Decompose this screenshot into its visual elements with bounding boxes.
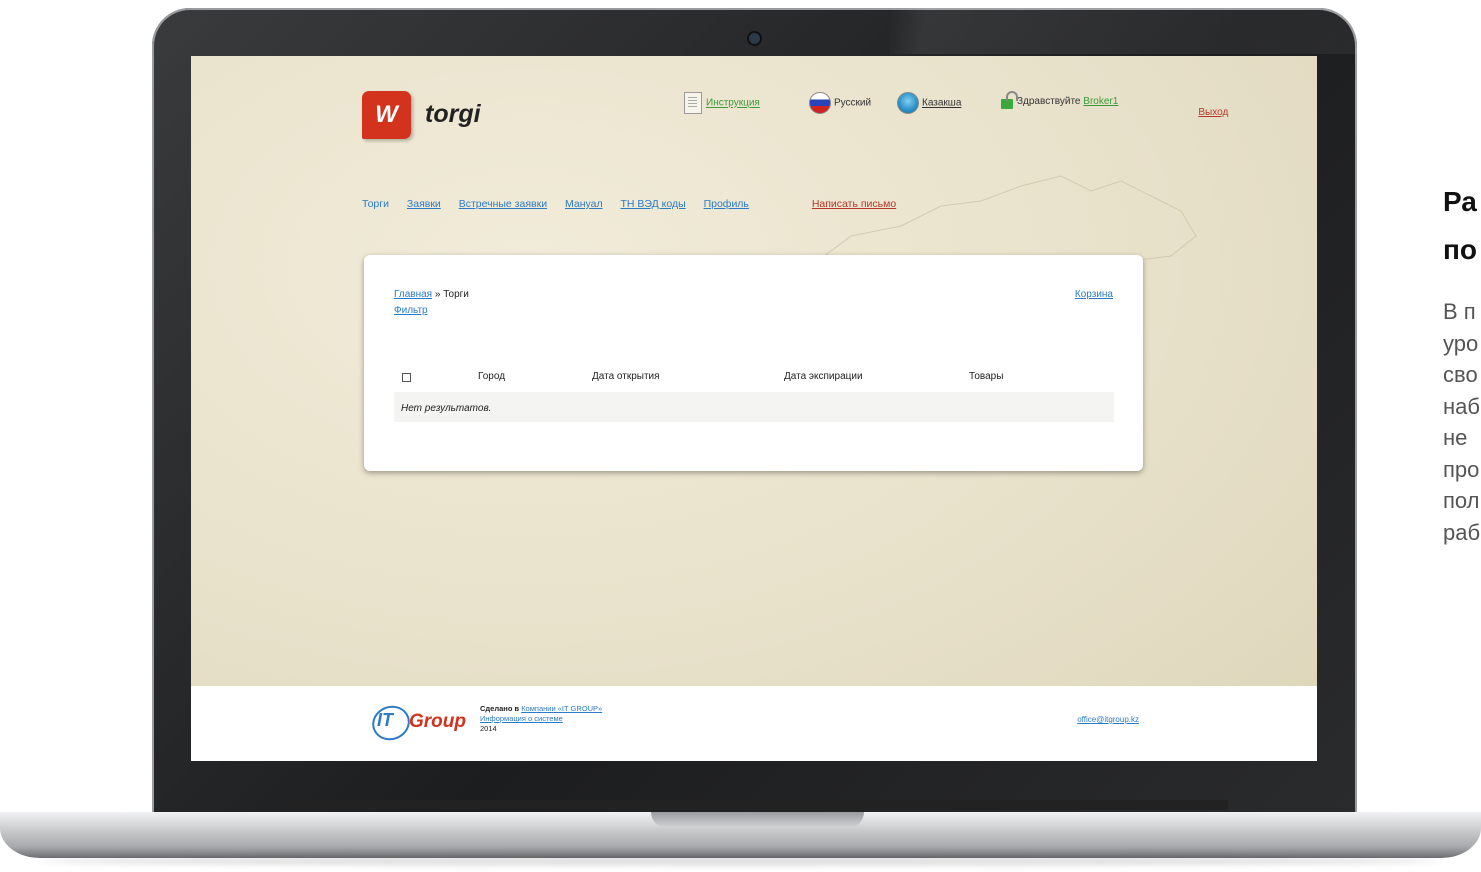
footer-info: Сделано в Компании «IT GROUP» Информация… xyxy=(480,704,602,734)
logo-text[interactable]: torgi xyxy=(425,100,481,129)
camera-icon xyxy=(749,33,760,44)
nav-item-zayavki[interactable]: Заявки xyxy=(407,198,441,210)
side-text-line: наб xyxy=(1443,393,1480,419)
lock-icon xyxy=(1001,91,1018,110)
filter-link[interactable]: Фильтр xyxy=(394,305,428,316)
no-results-text: Нет результатов. xyxy=(401,403,492,414)
lid-reflection xyxy=(890,8,1357,54)
nav-item-tnved[interactable]: ТН ВЭД коды xyxy=(621,198,686,210)
column-open-date[interactable]: Дата открытия xyxy=(592,371,660,382)
company-link[interactable]: Компании «IT GROUP» xyxy=(521,704,602,713)
instructions-icon xyxy=(684,92,702,114)
itgroup-logo-it: IT xyxy=(377,710,393,730)
footer: IT Group Сделано в Компании «IT GROUP» И… xyxy=(191,686,1317,761)
greeting: Здравствуйте xyxy=(1017,96,1081,107)
russia-flag-icon xyxy=(809,92,831,114)
write-letter-link[interactable]: Написать письмо xyxy=(812,198,896,210)
side-paragraph: В п уро сво наб не про пол раб xyxy=(1443,296,1480,548)
nav-item-profile[interactable]: Профиль xyxy=(704,198,749,210)
column-expiry-date[interactable]: Дата экспирации xyxy=(784,371,863,382)
lang-kz[interactable]: Казакша xyxy=(897,92,961,114)
select-all-checkbox[interactable] xyxy=(402,373,411,382)
username-link[interactable]: Broker1 xyxy=(1083,96,1118,107)
column-city[interactable]: Город xyxy=(478,371,505,382)
side-text-line: пол xyxy=(1443,488,1480,513)
lang-kz-link[interactable]: Казакша xyxy=(922,98,961,109)
breadcrumb-separator: » xyxy=(434,289,441,300)
column-goods[interactable]: Товары xyxy=(969,371,1003,382)
content-card: Главная » Торги Фильтр Корзина Город Дат… xyxy=(364,255,1143,471)
nav-item-torgi[interactable]: Торги xyxy=(362,198,389,210)
lang-ru-label[interactable]: Русский xyxy=(834,98,871,109)
nav-item-counter-bids[interactable]: Встречные заявки xyxy=(459,198,547,210)
made-by-prefix: Сделано в xyxy=(480,704,520,713)
side-text-line: сво xyxy=(1443,362,1478,387)
main-nav: Торги Заявки Встречные заявки Мануал ТН … xyxy=(362,198,896,210)
nav-item-manual[interactable]: Мануал xyxy=(565,198,603,210)
logo-icon[interactable]: W xyxy=(362,91,411,139)
side-text-line: уро xyxy=(1443,330,1479,356)
laptop-notch xyxy=(651,812,864,828)
table-row: Нет результатов. xyxy=(394,392,1114,422)
laptop-screen: W torgi Инструкция Русский Казакша Здрав… xyxy=(191,56,1317,761)
breadcrumb-home-link[interactable]: Главная xyxy=(394,289,432,300)
side-heading-line: Ра xyxy=(1443,186,1477,217)
footer-year: 2014 xyxy=(480,724,497,733)
cart-link[interactable]: Корзина xyxy=(1075,289,1113,300)
side-heading: Ра по xyxy=(1443,178,1477,274)
side-text-line: В п xyxy=(1443,299,1476,324)
lid-bezel-bottom xyxy=(282,800,1228,810)
side-text-line: про xyxy=(1443,456,1480,482)
instructions: Инструкция xyxy=(684,92,760,114)
user-box: Здравствуйте Broker1 Выход xyxy=(1001,91,1228,118)
globe-icon xyxy=(897,92,919,114)
side-text-line: не xyxy=(1443,425,1468,450)
laptop-shadow xyxy=(40,856,1440,866)
side-text-line: раб xyxy=(1443,519,1481,545)
lang-ru[interactable]: Русский xyxy=(809,92,871,114)
system-info-link[interactable]: Информация о системе xyxy=(480,714,563,723)
breadcrumb-current: Торги xyxy=(443,289,469,300)
table-header: Город Дата открытия Дата экспирации Това… xyxy=(394,365,1114,387)
instructions-link[interactable]: Инструкция xyxy=(706,98,760,109)
side-heading-line: по xyxy=(1443,234,1478,265)
itgroup-logo-group: Group xyxy=(409,711,466,732)
footer-email-link[interactable]: office@itgroup.kz xyxy=(1077,715,1139,724)
breadcrumb: Главная » Торги xyxy=(394,289,469,300)
logout-link[interactable]: Выход xyxy=(1198,107,1228,118)
